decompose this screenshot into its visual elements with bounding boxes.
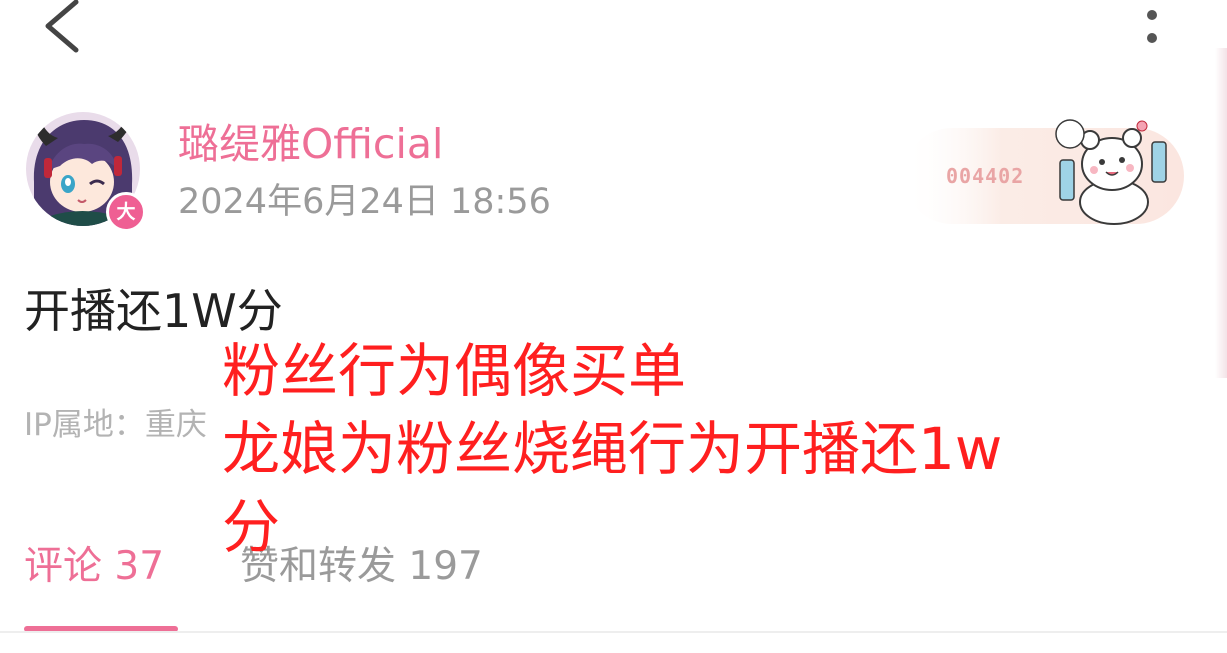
level-badge: 大 <box>106 192 146 232</box>
overlay-annotation: 粉丝行为偶像买单 龙娘为粉丝烧绳行为开播还1w 分 <box>222 332 1102 566</box>
more-vertical-icon <box>1147 10 1157 43</box>
tab-divider <box>0 631 1227 633</box>
overlay-line-1: 粉丝行为偶像买单 <box>222 337 687 405</box>
overlay-line-2: 龙娘为粉丝烧绳行为开播还1w <box>222 415 1003 483</box>
ip-location: IP属地：重庆 <box>24 407 207 443</box>
tab-comments[interactable]: 评论 37 <box>24 538 164 596</box>
more-options-button[interactable] <box>1128 4 1176 52</box>
back-button[interactable] <box>36 0 96 56</box>
post-timestamp: 2024年6月24日 18:56 <box>178 182 551 222</box>
chevron-left-icon <box>45 0 79 53</box>
author-avatar[interactable]: 大 <box>26 112 146 232</box>
overlay-line-3: 分 <box>222 493 281 561</box>
author-name[interactable]: 璐缇雅Official <box>178 118 443 170</box>
scroll-edge <box>1215 48 1227 378</box>
card-number: 004402 <box>946 164 1025 188</box>
